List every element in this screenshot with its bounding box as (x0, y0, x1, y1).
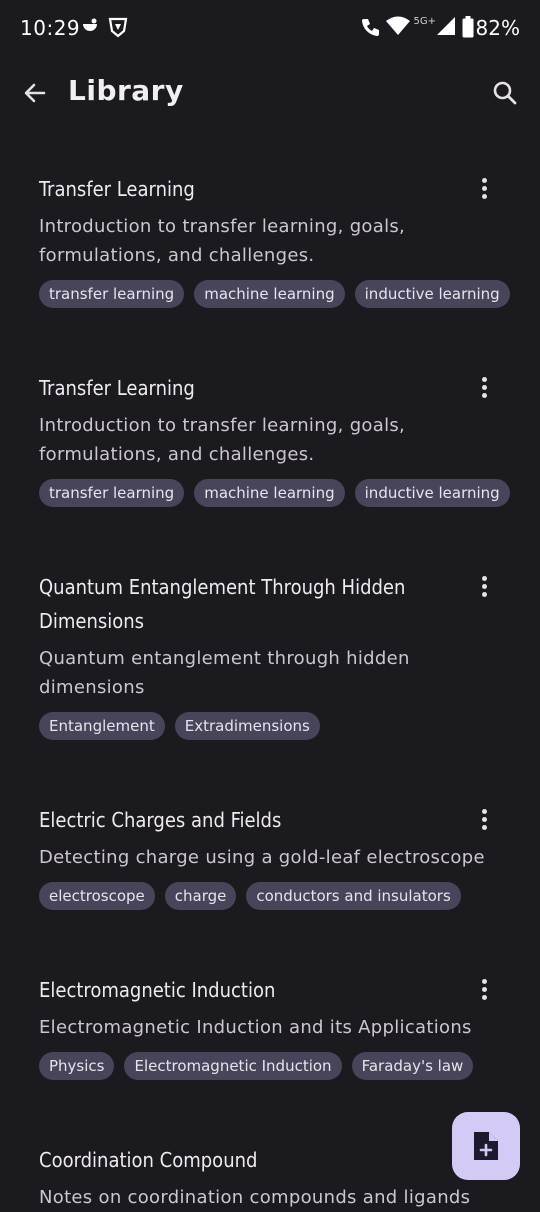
note-title: Coordination Compound (39, 1148, 258, 1172)
tag-chip[interactable]: charge (164, 882, 237, 910)
note-card[interactable]: Electromagnetic Induction Electromagneti… (39, 973, 510, 1080)
note-title: Quantum Entanglement Through Hidden Dime… (39, 575, 406, 633)
vpn-shield-icon (108, 16, 128, 42)
search-icon[interactable] (490, 78, 520, 108)
note-description: Electromagnetic Induction and its Applic… (39, 1017, 472, 1038)
battery-percent: 82% (475, 16, 520, 40)
tag-chip[interactable]: electroscope (39, 882, 155, 910)
note-description: Introduction to transfer learning, goals… (39, 415, 406, 465)
network-type: 5G+ (413, 16, 437, 27)
tag-list: transfer learning machine learning induc… (39, 280, 510, 308)
tag-chip[interactable]: transfer learning (39, 280, 185, 308)
note-title: Electromagnetic Induction (39, 978, 276, 1002)
battery-icon (462, 16, 474, 42)
page-title: Library (68, 74, 184, 107)
tag-chip[interactable]: inductive learning (354, 479, 510, 507)
tag-chip[interactable]: machine learning (194, 479, 345, 507)
note-description: Notes on coordination compounds and liga… (39, 1187, 471, 1208)
more-options-icon[interactable] (480, 576, 490, 600)
note-title: Electric Charges and Fields (39, 808, 282, 832)
status-bar: 10:29 5G+ 82% (0, 0, 540, 56)
note-description: Detecting charge using a gold-leaf elect… (39, 847, 485, 868)
note-description: Introduction to transfer learning, goals… (39, 216, 406, 266)
app-bar: Library (0, 66, 540, 122)
status-time: 10:29 (20, 16, 81, 40)
notification-app-icon (80, 16, 100, 40)
tag-list: Entanglement Extradimensions (39, 712, 510, 740)
tag-list: transfer learning machine learning induc… (39, 479, 510, 507)
tag-chip[interactable]: Physics (39, 1052, 115, 1080)
tag-list: Physics Electromagnetic Induction Farada… (39, 1052, 510, 1080)
tag-list: electroscope charge conductors and insul… (39, 882, 510, 910)
tag-chip[interactable]: Extradimensions (174, 712, 320, 740)
more-options-icon[interactable] (480, 377, 490, 401)
tag-chip[interactable]: inductive learning (354, 280, 510, 308)
note-card[interactable]: Quantum Entanglement Through Hidden Dime… (39, 570, 510, 740)
note-title: Transfer Learning (39, 177, 195, 201)
tag-chip[interactable]: Entanglement (39, 712, 165, 740)
tag-chip[interactable]: transfer learning (39, 479, 185, 507)
more-options-icon[interactable] (480, 178, 490, 202)
tag-chip[interactable]: machine learning (194, 280, 345, 308)
note-card[interactable]: Coordination Compound Notes on coordinat… (39, 1143, 510, 1212)
tag-chip[interactable]: Electromagnetic Induction (124, 1052, 342, 1080)
tag-chip[interactable]: conductors and insulators (246, 882, 461, 910)
note-card[interactable]: Electric Charges and Fields Detecting ch… (39, 803, 510, 910)
new-note-button[interactable] (452, 1112, 520, 1180)
more-options-icon[interactable] (480, 979, 490, 1003)
note-description: Quantum entanglement through hidden dime… (39, 648, 410, 698)
back-arrow-icon[interactable] (20, 78, 50, 108)
wifi-calling-icon (360, 16, 382, 42)
note-card[interactable]: Transfer Learning Introduction to transf… (39, 371, 510, 507)
note-title: Transfer Learning (39, 376, 195, 400)
wifi-icon (386, 16, 410, 40)
signal-icon (436, 16, 456, 40)
more-options-icon[interactable] (480, 809, 490, 833)
note-card[interactable]: Transfer Learning Introduction to transf… (39, 172, 510, 308)
tag-chip[interactable]: Faraday's law (351, 1052, 474, 1080)
